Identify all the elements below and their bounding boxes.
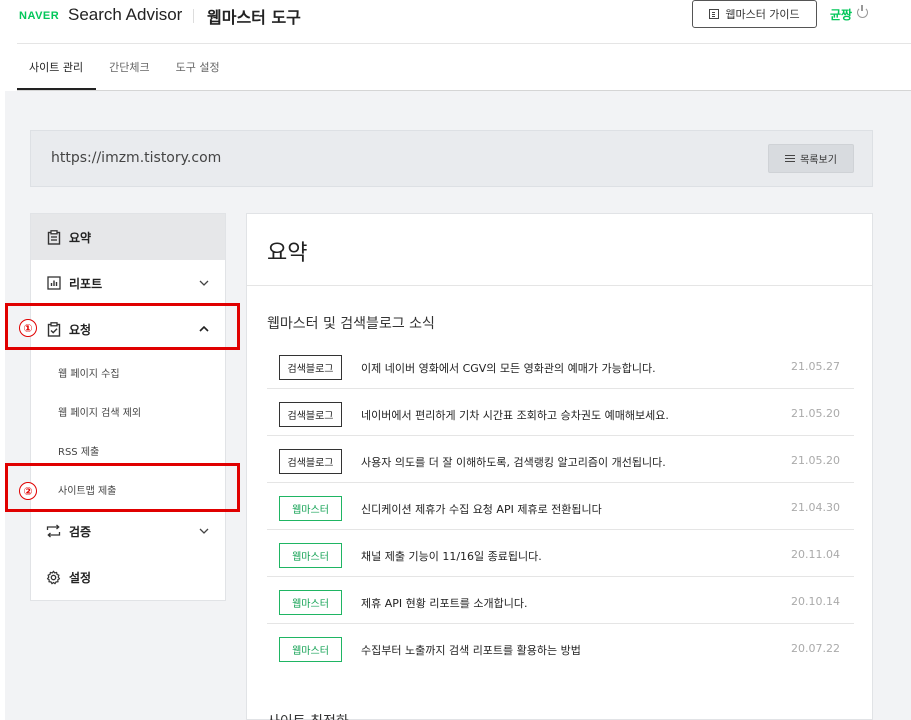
news-date: 20.07.22 bbox=[791, 642, 840, 655]
chevron-down-icon bbox=[199, 278, 209, 289]
news-date: 21.05.20 bbox=[791, 454, 840, 467]
next-section-title: 사이트 최적화 bbox=[267, 711, 349, 720]
news-date: 20.11.04 bbox=[791, 548, 840, 561]
highlight-box-sitemap bbox=[5, 463, 240, 512]
list-item[interactable]: 웹마스터 신디케이션 제휴가 수집 요청 API 제휴로 전환됩니다 21.04… bbox=[267, 483, 854, 530]
tab-tool-settings[interactable]: 도구 설정 bbox=[163, 44, 233, 90]
page-title: 요약 bbox=[267, 241, 308, 266]
news-tag: 검색블로그 bbox=[279, 355, 342, 380]
news-tag: 검색블로그 bbox=[279, 402, 342, 427]
news-title[interactable]: 사용자 의도를 더 잘 이해하도록, 검색랭킹 알고리즘이 개선됩니다. bbox=[361, 454, 666, 470]
news-title[interactable]: 신디케이션 제휴가 수집 요청 API 제휴로 전환됩니다 bbox=[361, 501, 602, 517]
sidebar-item-label: 검증 bbox=[69, 524, 92, 539]
sidebar: 요약 리포트 요청 웹 페이지 수집 웹 페이지 검색 제외 RSS 제출 사이… bbox=[30, 213, 226, 601]
webmaster-guide-button[interactable]: 웹마스터 가이드 bbox=[692, 0, 817, 28]
news-date: 21.04.30 bbox=[791, 501, 840, 514]
news-tag: 웹마스터 bbox=[279, 637, 342, 662]
tool-title: 웹마스터 도구 bbox=[207, 8, 301, 27]
news-title[interactable]: 수집부터 노출까지 검색 리포트를 활용하는 방법 bbox=[361, 642, 581, 658]
list-view-button[interactable]: 목록보기 bbox=[768, 144, 854, 173]
list-icon bbox=[785, 154, 796, 163]
site-url: https://imzm.tistory.com bbox=[51, 150, 222, 166]
news-tag: 웹마스터 bbox=[279, 543, 342, 568]
sidebar-item-label: 리포트 bbox=[69, 276, 103, 291]
sidebar-item-label: 요약 bbox=[69, 230, 92, 245]
header-divider bbox=[193, 9, 194, 23]
book-icon bbox=[709, 9, 720, 19]
news-tag: 웹마스터 bbox=[279, 590, 342, 615]
tab-simple-check[interactable]: 간단체크 bbox=[96, 44, 162, 90]
top-header: NAVER Search Advisor 웹마스터 도구 웹마스터 가이드 균짱 bbox=[0, 0, 911, 44]
main-tabs: 사이트 관리 간단체크 도구 설정 bbox=[17, 44, 233, 90]
sidebar-item-label: 설정 bbox=[69, 570, 92, 585]
sidebar-item-report[interactable]: 리포트 bbox=[31, 260, 225, 306]
list-view-label: 목록보기 bbox=[800, 155, 837, 166]
sidebar-item-settings[interactable]: 설정 bbox=[31, 554, 225, 600]
news-date: 21.05.20 bbox=[791, 407, 840, 420]
chevron-down-icon bbox=[199, 526, 209, 537]
summary-panel: 요약 웹마스터 및 검색블로그 소식 검색블로그 이제 네이버 영화에서 CGV… bbox=[246, 213, 873, 720]
naver-logo[interactable]: NAVER bbox=[19, 10, 59, 22]
logout-power-icon[interactable] bbox=[857, 5, 868, 18]
sidebar-subitem-web-page-exclude[interactable]: 웹 페이지 검색 제외 bbox=[58, 404, 141, 419]
news-title[interactable]: 네이버에서 편리하게 기차 시간표 조회하고 승차권도 예매해보세요. bbox=[361, 407, 669, 423]
list-item[interactable]: 검색블로그 이제 네이버 영화에서 CGV의 모든 영화관의 예매가 가능합니다… bbox=[267, 342, 854, 389]
sidebar-item-verify[interactable]: 검증 bbox=[31, 508, 225, 554]
tab-site-management[interactable]: 사이트 관리 bbox=[17, 44, 97, 90]
user-name[interactable]: 균짱 bbox=[830, 6, 852, 23]
list-item[interactable]: 웹마스터 수집부터 노출까지 검색 리포트를 활용하는 방법 20.07.22 bbox=[267, 624, 854, 671]
highlight-box-request bbox=[5, 303, 240, 350]
news-date: 20.10.14 bbox=[791, 595, 840, 608]
title-divider bbox=[247, 285, 872, 286]
list-item[interactable]: 검색블로그 사용자 의도를 더 잘 이해하도록, 검색랭킹 알고리즘이 개선됩니… bbox=[267, 436, 854, 483]
swap-icon bbox=[46, 524, 61, 539]
news-section-title: 웹마스터 및 검색블로그 소식 bbox=[267, 316, 435, 332]
bar-chart-icon bbox=[46, 276, 61, 291]
clipboard-icon bbox=[46, 229, 61, 245]
sidebar-item-summary[interactable]: 요약 bbox=[31, 214, 225, 260]
brand-title[interactable]: Search Advisor bbox=[68, 5, 182, 25]
list-item[interactable]: 웹마스터 채널 제출 기능이 11/16일 종료됩니다. 20.11.04 bbox=[267, 530, 854, 577]
news-title[interactable]: 채널 제출 기능이 11/16일 종료됩니다. bbox=[361, 548, 542, 564]
step-marker-2: ② bbox=[19, 482, 37, 500]
sidebar-subitem-web-page-collect[interactable]: 웹 페이지 수집 bbox=[58, 365, 120, 380]
news-tag: 검색블로그 bbox=[279, 449, 342, 474]
list-item[interactable]: 웹마스터 제휴 API 현황 리포트를 소개합니다. 20.10.14 bbox=[267, 577, 854, 624]
news-date: 21.05.27 bbox=[791, 360, 840, 373]
sidebar-subitem-rss-submit[interactable]: RSS 제출 bbox=[58, 443, 99, 458]
site-url-bar: https://imzm.tistory.com 목록보기 bbox=[30, 130, 873, 187]
gear-icon bbox=[46, 570, 61, 585]
news-title[interactable]: 제휴 API 현황 리포트를 소개합니다. bbox=[361, 595, 527, 611]
list-item[interactable]: 검색블로그 네이버에서 편리하게 기차 시간표 조회하고 승차권도 예매해보세요… bbox=[267, 389, 854, 436]
news-list: 검색블로그 이제 네이버 영화에서 CGV의 모든 영화관의 예매가 가능합니다… bbox=[267, 342, 854, 671]
news-tag: 웹마스터 bbox=[279, 496, 342, 521]
webmaster-guide-label: 웹마스터 가이드 bbox=[725, 8, 800, 21]
news-title[interactable]: 이제 네이버 영화에서 CGV의 모든 영화관의 예매가 가능합니다. bbox=[361, 360, 656, 376]
step-marker-1: ① bbox=[19, 319, 37, 337]
